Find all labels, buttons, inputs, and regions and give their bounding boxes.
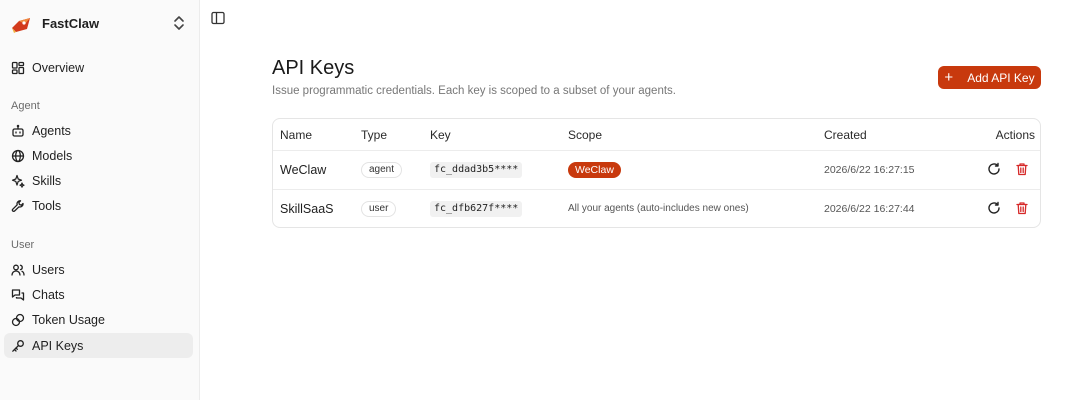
sidebar-item-api-keys[interactable]: API Keys [4,333,193,358]
header-actions: Actions [995,128,1035,142]
sidebar-item-label: Token Usage [32,312,105,327]
sidebar-item-token-usage[interactable]: Token Usage [4,307,193,332]
key-name: SkillSaaS [280,202,334,216]
sidebar-item-tools[interactable]: Tools [4,193,193,218]
sidebar-item-label: API Keys [32,338,84,353]
chevrons-up-down-icon[interactable] [172,15,186,31]
sidebar-item-users[interactable]: Users [4,257,193,282]
add-api-key-label: Add API Key [967,70,1035,85]
header-created: Created [824,128,867,142]
sidebar-item-skills[interactable]: Skills [4,168,193,193]
header-scope: Scope [568,128,603,142]
plus-icon: + [944,69,954,86]
header-name: Name [280,128,313,142]
sidebar-item-label: Agents [32,123,71,138]
type-badge: user [361,201,397,217]
sidebar-item-overview[interactable]: Overview [4,55,193,80]
workspace-switcher[interactable]: FastClaw [10,10,190,36]
key-name: WeClaw [280,163,327,177]
created-date: 2026/6/22 16:27:44 [824,203,915,215]
fastclaw-logo [10,11,34,35]
dashboard-icon [11,61,25,75]
sidebar-item-chats[interactable]: Chats [4,282,193,307]
table-row: SkillSaaS user fc_dfb627f**** All your a… [273,190,1040,229]
table-header: Name Type Key Scope Created Actions [273,119,1040,151]
refresh-icon[interactable] [987,201,1001,215]
add-api-key-button[interactable]: + Add API Key [938,66,1041,89]
trash-icon[interactable] [1015,201,1029,215]
section-label-agent: Agent [11,100,40,112]
sidebar-item-agents[interactable]: Agents [4,118,193,143]
page-subtitle: Issue programmatic credentials. Each key… [272,85,676,97]
sparkles-icon [11,174,25,188]
sidebar: FastClaw Overview Agent Agents Models Sk… [0,0,200,400]
sidebar-item-label: Chats [32,287,65,302]
header-type: Type [361,128,388,142]
wrench-icon [11,199,25,213]
api-keys-table: Name Type Key Scope Created Actions WeCl… [272,118,1041,228]
coins-icon [11,313,25,327]
key-value: fc_ddad3b5**** [430,162,523,178]
users-icon [11,263,25,277]
globe-icon [11,149,25,163]
section-label-user: User [11,239,35,251]
key-value: fc_dfb627f**** [430,201,523,217]
sidebar-item-label: Tools [32,198,62,213]
scope-badge: WeClaw [568,162,621,178]
scope-text: All your agents (auto-includes new ones) [568,203,749,214]
bot-icon [11,124,25,138]
sidebar-item-label: Overview [32,60,85,75]
refresh-icon[interactable] [987,162,1001,176]
key-icon [11,339,25,353]
messages-icon [11,288,25,302]
type-badge: agent [361,162,403,178]
page-title: API Keys [272,57,355,79]
sidebar-item-models[interactable]: Models [4,143,193,168]
sidebar-item-label: Skills [32,173,62,188]
sidebar-item-label: Models [32,148,73,163]
app-name: FastClaw [42,15,100,31]
table-row: WeClaw agent fc_ddad3b5**** WeClaw 2026/… [273,151,1040,190]
panel-left-icon[interactable] [210,10,226,26]
sidebar-item-label: Users [32,262,65,277]
created-date: 2026/6/22 16:27:15 [824,164,915,176]
header-key: Key [430,128,451,142]
trash-icon[interactable] [1015,162,1029,176]
